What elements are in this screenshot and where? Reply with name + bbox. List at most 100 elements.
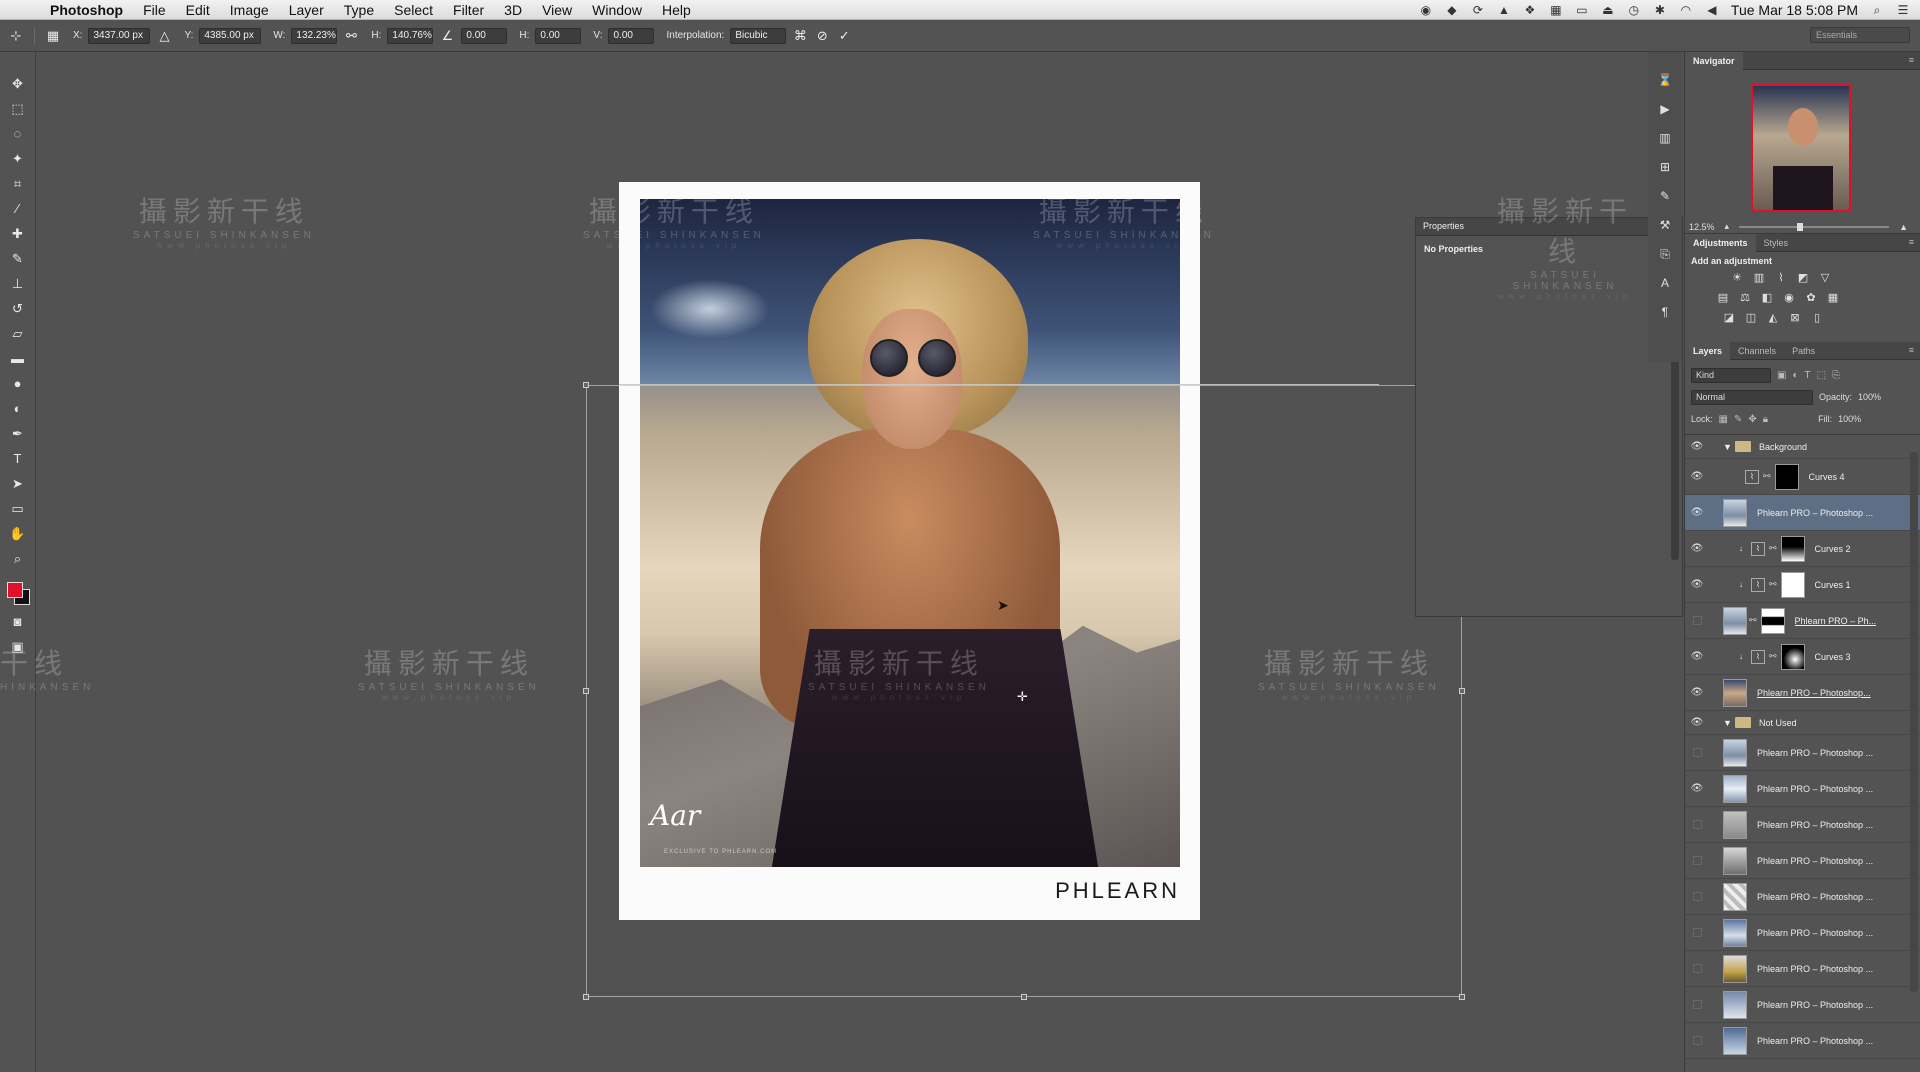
visibility-toggle-off[interactable] [1685, 892, 1709, 901]
eraser-tool-icon[interactable]: ▱ [7, 324, 29, 343]
layers-scrollbar[interactable] [1910, 452, 1918, 992]
interpolation-select[interactable]: Bicubic [730, 27, 787, 44]
canvas-area[interactable]: 攝影新干线 SATSUEI SHINKANSEN www.photoss.vip… [0, 52, 1683, 1072]
disclosure-arrow-icon[interactable]: ▼ [1723, 442, 1735, 452]
layer-thumbnail[interactable] [1723, 846, 1747, 875]
visibility-eye-icon[interactable]: 👁︎ [1685, 441, 1709, 452]
actions-icon[interactable]: ▶ [1654, 99, 1676, 119]
layer-phlearn-masked[interactable]: ⚯ Phlearn PRO – Ph... [1685, 603, 1920, 639]
filter-smart-object-icon[interactable]: ⎘ [1832, 370, 1840, 381]
layer-thumbnail[interactable] [1723, 954, 1747, 983]
layer-thumbnail[interactable] [1723, 678, 1747, 707]
screen-mode-icon[interactable]: ▣ [7, 637, 29, 656]
link-icon[interactable]: ⚯ [343, 28, 359, 44]
tab-layers[interactable]: Layers [1685, 341, 1731, 360]
selective-color-icon[interactable]: ⊠ [1787, 311, 1803, 325]
y-field[interactable]: 4385.00 px [199, 27, 262, 44]
display-icon[interactable]: ▭ [1575, 3, 1589, 17]
visibility-toggle-off[interactable] [1685, 748, 1709, 757]
color-swatches[interactable] [5, 580, 31, 606]
layer-thumbnail[interactable] [1723, 774, 1747, 803]
brightness-icon[interactable]: ☀ [1729, 271, 1745, 285]
menu-help[interactable]: Help [652, 2, 701, 18]
panel-menu-icon[interactable]: ≡ [1909, 55, 1914, 65]
layer-mask-thumbnail[interactable] [1780, 535, 1805, 562]
transform-handle-middle-left[interactable] [583, 688, 589, 694]
layer-filter-kind[interactable]: Kind [1691, 367, 1771, 383]
invert-icon[interactable]: ◪ [1721, 311, 1737, 325]
portrait-photo[interactable]: Aar EXCLUSIVE TO PHLEARN.COM [640, 199, 1180, 867]
menu-view[interactable]: View [532, 2, 582, 18]
layer-thumbnail[interactable] [1723, 810, 1747, 839]
panel-menu-icon[interactable]: ≡ [1909, 237, 1914, 247]
tab-adjustments[interactable]: Adjustments [1685, 233, 1756, 252]
tab-styles[interactable]: Styles [1756, 234, 1797, 252]
x-field[interactable]: 3437.00 px [88, 27, 151, 44]
panel-menu-icon[interactable]: ≡ [1909, 345, 1914, 355]
volume-icon[interactable]: ◀ [1705, 3, 1719, 17]
zoom-slider[interactable] [1739, 222, 1890, 231]
record-icon[interactable]: ◉ [1419, 3, 1433, 17]
visibility-eye-icon[interactable]: 👁︎ [1685, 543, 1709, 554]
commit-transform-icon[interactable]: ✓ [836, 28, 852, 44]
layer-thumbnail[interactable] [1723, 498, 1747, 527]
layer-curves-1[interactable]: 👁︎ ↓ ⌇ ⚯ Curves 1 [1685, 567, 1920, 603]
transform-handle-bottom-left[interactable] [583, 994, 589, 1000]
menu-image[interactable]: Image [220, 2, 279, 18]
mask-link-icon[interactable]: ⚯ [1769, 543, 1777, 554]
gradient-tool-icon[interactable]: ▬ [7, 349, 29, 368]
time-machine-icon[interactable]: ◷ [1627, 3, 1641, 17]
filter-adjustment-icon[interactable]: ◐ [1792, 370, 1798, 381]
layer-phlearn-selected[interactable]: 👁︎ Phlearn PRO – Photoshop ... [1685, 495, 1920, 531]
blend-mode-select[interactable]: Normal [1691, 389, 1813, 405]
marquee-tool-icon[interactable]: ⬚ [7, 99, 29, 118]
levels-icon[interactable]: ▥ [1751, 271, 1767, 285]
width-field[interactable]: 132.23% [291, 27, 338, 44]
wifi-icon[interactable]: ◠ [1679, 3, 1693, 17]
layer-phlearn-unused[interactable]: Phlearn PRO – Photoshop ... [1685, 879, 1920, 915]
opacity-value[interactable]: 100% [1858, 392, 1881, 402]
grid-icon[interactable]: ▦ [1549, 3, 1563, 17]
evernote-icon[interactable]: ◆ [1445, 3, 1459, 17]
layer-thumbnail[interactable] [1723, 918, 1747, 947]
warp-icon[interactable]: ⌘ [792, 28, 808, 44]
layer-thumbnail[interactable] [1723, 738, 1747, 767]
visibility-eye-icon[interactable]: 👁︎ [1685, 471, 1709, 482]
hskew-field[interactable]: 0.00 [535, 27, 582, 44]
black-white-icon[interactable]: ◧ [1759, 291, 1775, 305]
layer-curves-2[interactable]: 👁︎ ↓ ⌇ ⚯ Curves 2 [1685, 531, 1920, 567]
transform-handle-bottom-right[interactable] [1459, 994, 1465, 1000]
layer-phlearn-unused[interactable]: Phlearn PRO – Photoshop ... [1685, 951, 1920, 987]
reference-point-icon[interactable]: ✛ [1017, 689, 1028, 705]
filter-pixel-icon[interactable]: ▣ [1777, 370, 1786, 381]
layer-phlearn-unused[interactable]: 👁︎ Phlearn PRO – Photoshop ... [1685, 771, 1920, 807]
color-balance-icon[interactable]: ⚖ [1737, 291, 1753, 305]
navigator-zoom[interactable]: 12.5% [1689, 222, 1715, 232]
visibility-eye-icon[interactable]: 👁︎ [1685, 651, 1709, 662]
transform-handle-top-left[interactable] [583, 382, 589, 388]
notification-icon[interactable]: ☰ [1896, 3, 1910, 17]
visibility-toggle-off[interactable] [1685, 820, 1709, 829]
layer-thumbnail[interactable] [1723, 990, 1747, 1019]
lock-transparency-icon[interactable]: ▦ [1719, 414, 1728, 425]
mask-link-icon[interactable]: ⚯ [1749, 615, 1757, 626]
filter-type-icon[interactable]: T [1805, 370, 1811, 381]
layer-thumbnail[interactable] [1723, 882, 1747, 911]
cancel-transform-icon[interactable]: ⊘ [814, 28, 830, 44]
document-canvas[interactable]: Aar EXCLUSIVE TO PHLEARN.COM PHLEARN [619, 182, 1200, 920]
lock-position-icon[interactable]: ✥ [1748, 414, 1756, 425]
mask-link-icon[interactable]: ⚯ [1769, 579, 1777, 590]
delta-icon[interactable]: △ [156, 28, 172, 44]
dropbox-icon[interactable]: ❖ [1523, 3, 1537, 17]
quick-mask-icon[interactable]: ◙ [7, 612, 29, 631]
menu-select[interactable]: Select [384, 2, 443, 18]
height-field[interactable]: 140.76% [387, 27, 434, 44]
visibility-eye-icon[interactable]: 👁︎ [1685, 507, 1709, 518]
visibility-toggle-off[interactable] [1685, 616, 1709, 625]
threshold-icon[interactable]: ◭ [1765, 311, 1781, 325]
fill-value[interactable]: 100% [1838, 414, 1861, 424]
spotlight-icon[interactable]: ⌕ [1870, 3, 1884, 17]
layer-mask-thumbnail[interactable] [1760, 607, 1785, 634]
zoom-in-icon[interactable]: ▲ [1899, 222, 1908, 232]
character-icon[interactable]: A [1654, 273, 1676, 293]
